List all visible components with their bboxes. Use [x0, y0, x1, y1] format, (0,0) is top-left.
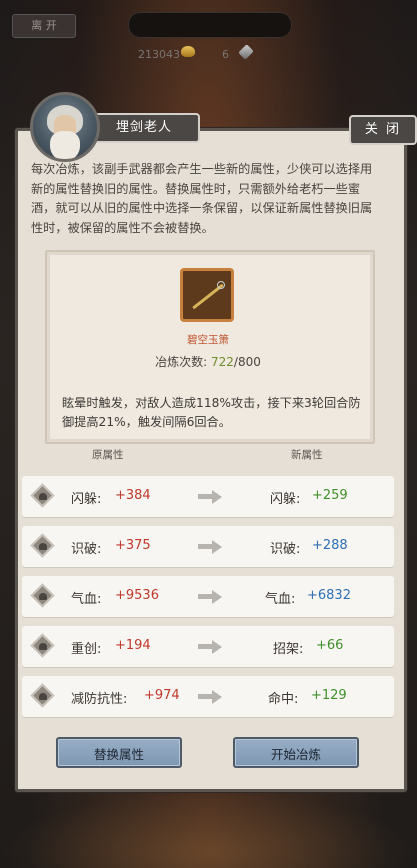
new-attribute-label: 气血:	[265, 592, 296, 607]
arrow-right-icon	[198, 540, 224, 554]
diamond-heart-icon	[30, 683, 55, 708]
refine-count: 冶炼次数: 722/800	[100, 353, 316, 370]
old-attribute-value: +974	[144, 688, 180, 703]
old-attribute-value: +9536	[115, 588, 159, 603]
new-attribute-value: +259	[312, 488, 348, 503]
leave-button[interactable]: 离 开	[12, 14, 76, 38]
npc-name: 埋剑老人	[88, 113, 200, 143]
item-name: 碧空玉箫	[187, 334, 229, 346]
attribute-row[interactable]: 气血: +9536 气血: +6832	[22, 576, 394, 617]
start-refine-button[interactable]: 开始冶炼	[233, 737, 359, 768]
arrow-right-icon	[198, 690, 224, 704]
old-attribute-label: 闪躲:	[71, 492, 102, 507]
attribute-row[interactable]: 减防抗性: +974 命中: +129	[22, 676, 394, 717]
npc-avatar	[30, 92, 100, 162]
new-attribute-label: 闪躲:	[270, 492, 301, 507]
refine-description: 每次冶炼，该副手武器都会产生一些新的属性，少侠可以选择用新的属性替换旧的属性。替…	[31, 162, 373, 235]
gem-icon	[238, 44, 254, 60]
item-effect: 眩晕时触发，对敌人造成118%攻击，接下来3轮回合防御提高21%，触发间隔6回合…	[62, 396, 361, 429]
old-attribute-label: 重创:	[71, 642, 102, 657]
arrow-right-icon	[198, 590, 224, 604]
diamond-heart-icon	[30, 533, 55, 558]
attribute-row[interactable]: 重创: +194 招架: +66	[22, 626, 394, 667]
new-attribute-value: +66	[316, 638, 344, 653]
old-attributes-header: 原属性	[92, 449, 124, 461]
new-attributes-header: 新属性	[291, 449, 323, 461]
old-attribute-value: +375	[115, 538, 151, 553]
new-attribute-label: 命中:	[268, 692, 299, 707]
scene-title	[128, 12, 292, 38]
old-attribute-label: 减防抗性:	[71, 692, 128, 707]
arrow-right-icon	[198, 490, 224, 504]
old-attribute-value: +194	[115, 638, 151, 653]
new-attribute-label: 识破:	[270, 542, 301, 557]
refine-count-label: 冶炼次数:	[155, 355, 208, 369]
top-bar: 离 开 213043 6	[0, 0, 417, 70]
new-attribute-value: +129	[311, 688, 347, 703]
coin-count: 213043	[138, 48, 180, 61]
new-attribute-value: +288	[312, 538, 348, 553]
diamond-heart-icon	[30, 483, 55, 508]
replace-attribute-button[interactable]: 替换属性	[56, 737, 182, 768]
refine-count-max: /800	[233, 355, 261, 369]
gem-count: 6	[222, 48, 229, 61]
old-attribute-label: 识破:	[71, 542, 102, 557]
coin-icon	[181, 46, 195, 57]
close-button[interactable]: 关 闭	[349, 115, 417, 145]
arrow-right-icon	[198, 640, 224, 654]
bottom-scenery	[0, 790, 417, 868]
jade-flute-icon[interactable]	[180, 268, 234, 322]
new-attribute-value: +6832	[307, 588, 351, 603]
refine-count-current: 722	[211, 355, 234, 369]
old-attribute-value: +384	[115, 488, 151, 503]
old-attribute-label: 气血:	[71, 592, 102, 607]
diamond-heart-icon	[30, 633, 55, 658]
new-attribute-label: 招架:	[273, 642, 304, 657]
diamond-heart-icon	[30, 583, 55, 608]
attribute-row[interactable]: 闪躲: +384 闪躲: +259	[22, 476, 394, 517]
attribute-row[interactable]: 识破: +375 识破: +288	[22, 526, 394, 567]
